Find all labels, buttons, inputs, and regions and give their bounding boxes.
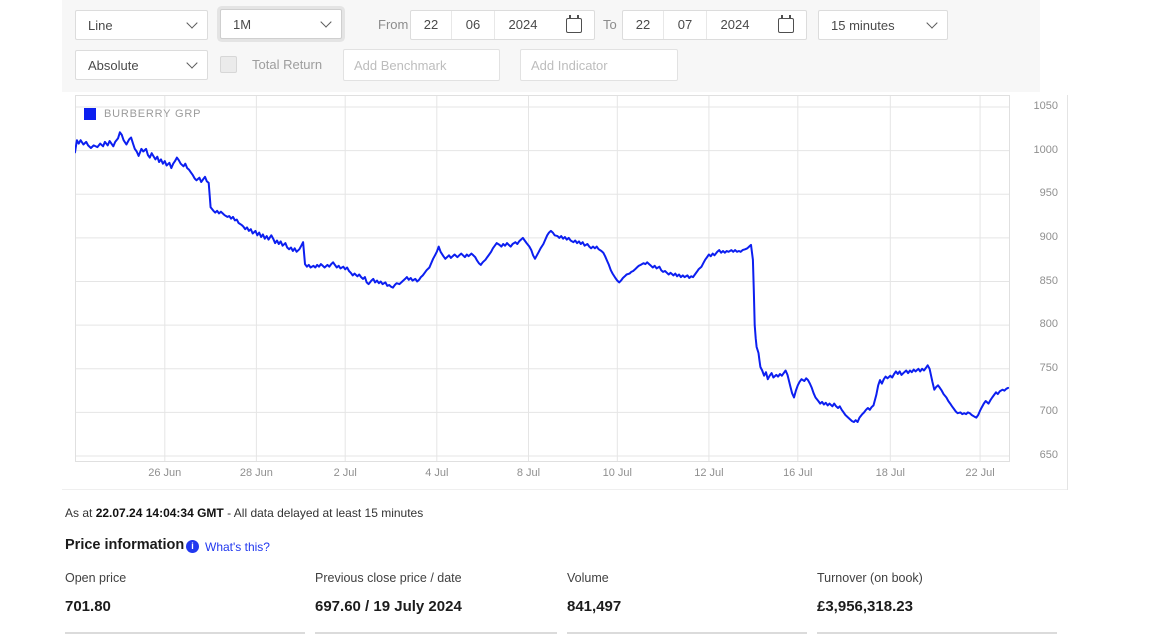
add-benchmark-input[interactable] xyxy=(343,49,500,81)
y-axis-label: 850 xyxy=(1020,275,1058,287)
x-axis-label: 18 Jul xyxy=(860,467,920,479)
stat-value: 697.60 / 19 July 2024 xyxy=(315,598,557,615)
y-axis-label: 950 xyxy=(1020,187,1058,199)
as-at-timestamp: 22.07.24 14:04:34 GMT xyxy=(96,506,224,520)
stat-value: 701.80 xyxy=(65,598,305,615)
from-label: From xyxy=(378,10,408,40)
y-axis-label: 750 xyxy=(1020,362,1058,374)
x-axis-label: 26 Jun xyxy=(135,467,195,479)
chart-type-value: Line xyxy=(88,18,113,33)
x-axis-label: 22 Jul xyxy=(950,467,1010,479)
period-dropdown[interactable]: 1M xyxy=(220,9,342,39)
to-date-input[interactable]: 22 07 2024 xyxy=(622,10,807,40)
from-year-field[interactable]: 2024 xyxy=(495,11,551,39)
chart-bottom-border xyxy=(62,489,1067,490)
x-axis-label: 8 Jul xyxy=(498,467,558,479)
stat-previous-close: Previous close price / date 697.60 / 19 … xyxy=(315,565,557,634)
stat-open-price: Open price 701.80 xyxy=(65,565,305,634)
mode-dropdown[interactable]: Absolute xyxy=(75,50,208,80)
y-axis-label: 900 xyxy=(1020,231,1058,243)
chevron-down-icon xyxy=(186,17,197,28)
chevron-down-icon xyxy=(320,16,331,27)
interval-dropdown[interactable]: 15 minutes xyxy=(818,10,948,40)
price-information-title: Price information xyxy=(65,537,184,553)
y-axis-label: 1050 xyxy=(1020,100,1058,112)
to-label: To xyxy=(603,10,617,40)
stat-value: 841,497 xyxy=(567,598,807,615)
as-at-prefix: As at xyxy=(65,506,96,520)
x-axis-label: 16 Jul xyxy=(768,467,828,479)
x-axis-label: 2 Jul xyxy=(315,467,375,479)
stat-label: Previous close price / date xyxy=(315,571,557,585)
legend-series-name: BURBERRY GRP xyxy=(104,108,201,120)
y-axis-label: 1000 xyxy=(1020,144,1058,156)
interval-value: 15 minutes xyxy=(831,18,895,33)
legend-swatch xyxy=(84,108,96,120)
calendar-icon[interactable] xyxy=(778,18,794,33)
y-axis-label: 700 xyxy=(1020,405,1058,417)
stat-label: Turnover (on book) xyxy=(817,571,1057,585)
info-icon[interactable]: i xyxy=(186,540,199,553)
mode-value: Absolute xyxy=(88,58,139,73)
x-axis-label: 4 Jul xyxy=(407,467,467,479)
to-day-field[interactable]: 22 xyxy=(623,11,663,39)
chart-type-dropdown[interactable]: Line xyxy=(75,10,208,40)
to-year-field[interactable]: 2024 xyxy=(707,11,763,39)
from-month-field[interactable]: 06 xyxy=(452,11,494,39)
price-line-chart[interactable] xyxy=(75,95,1010,467)
calendar-icon[interactable] xyxy=(566,18,582,33)
chevron-down-icon xyxy=(186,57,197,68)
x-axis-label: 10 Jul xyxy=(587,467,647,479)
from-date-input[interactable]: 22 06 2024 xyxy=(410,10,595,40)
as-at-line: As at 22.07.24 14:04:34 GMT - All data d… xyxy=(65,506,423,520)
total-return-label: Total Return xyxy=(252,50,322,80)
whats-this-link[interactable]: What's this? xyxy=(205,540,270,554)
stat-turnover: Turnover (on book) £3,956,318.23 xyxy=(817,565,1057,634)
x-axis-label: 28 Jun xyxy=(226,467,286,479)
y-axis-label: 650 xyxy=(1020,449,1058,461)
stat-label: Open price xyxy=(65,571,305,585)
total-return-checkbox[interactable] xyxy=(220,56,237,73)
y-axis-label: 800 xyxy=(1020,318,1058,330)
stat-volume: Volume 841,497 xyxy=(567,565,807,634)
chart-right-divider xyxy=(1067,95,1068,490)
add-indicator-input[interactable] xyxy=(520,49,678,81)
chart-widget: Line 1M From 22 06 2024 To 22 07 2024 15… xyxy=(0,0,1154,635)
stat-label: Volume xyxy=(567,571,807,585)
x-axis-label: 12 Jul xyxy=(679,467,739,479)
chart-legend: BURBERRY GRP xyxy=(84,108,201,120)
chart-toolbar: Line 1M From 22 06 2024 To 22 07 2024 15… xyxy=(62,0,1040,92)
from-day-field[interactable]: 22 xyxy=(411,11,451,39)
as-at-suffix: - All data delayed at least 15 minutes xyxy=(224,506,423,520)
period-value: 1M xyxy=(233,17,251,32)
chevron-down-icon xyxy=(926,17,937,28)
stat-value: £3,956,318.23 xyxy=(817,598,1057,615)
to-month-field[interactable]: 07 xyxy=(664,11,706,39)
